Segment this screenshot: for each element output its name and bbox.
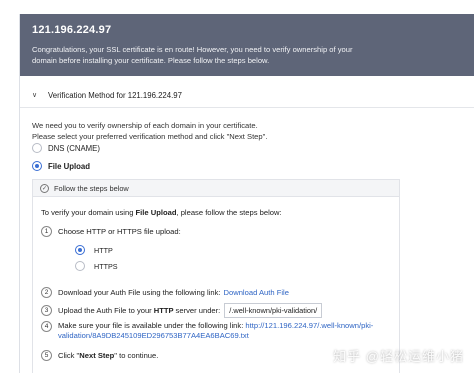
radio-file-upload[interactable] — [32, 161, 42, 171]
step-number: 3 — [41, 305, 52, 316]
section-title: Verification Method for 121.196.224.97 — [48, 90, 182, 100]
step-2: 2 Download your Auth File using the foll… — [41, 287, 289, 298]
page: 121.196.224.97 Congratulations, your SSL… — [0, 0, 474, 373]
step-2-text: Download your Auth File using the follow… — [58, 288, 221, 297]
step-3-suffix: server under: — [175, 306, 221, 315]
steps-panel-title: Follow the steps below — [54, 183, 129, 193]
step-4-text: Make sure your file is available under t… — [58, 321, 246, 330]
verification-method-toggle[interactable]: ∨ Verification Method for 121.196.224.97 — [20, 88, 474, 102]
step-1: 1 Choose HTTP or HTTPS file upload: — [41, 226, 181, 237]
step-number: 5 — [41, 350, 52, 361]
step-4: 4 Make sure your file is available under… — [41, 321, 373, 341]
steps-intro-bold: File Upload — [135, 208, 177, 217]
step-number: 1 — [41, 226, 52, 237]
download-auth-file-link[interactable]: Download Auth File — [224, 288, 289, 297]
method-file-upload-option[interactable]: File Upload — [32, 161, 90, 171]
steps-panel: ✓ Follow the steps below To verify your … — [32, 179, 400, 373]
method-dns-label: DNS (CNAME) — [48, 143, 100, 153]
check-circle-icon: ✓ — [40, 183, 49, 193]
verification-card: 121.196.224.97 Congratulations, your SSL… — [19, 14, 474, 373]
method-file-upload-label: File Upload — [48, 161, 91, 171]
protocol-http-label: HTTP — [94, 245, 113, 255]
steps-panel-header: ✓ Follow the steps below — [33, 180, 399, 197]
protocol-https-label: HTTPS — [94, 261, 118, 271]
steps-intro-suffix: , please follow the steps below: — [176, 208, 282, 217]
header-message: Congratulations, your SSL certificate is… — [32, 45, 353, 65]
protocol-http-option[interactable]: HTTP — [75, 245, 113, 255]
protocol-https-option[interactable]: HTTPS — [75, 261, 118, 271]
divider — [20, 107, 474, 108]
step-1-text: Choose HTTP or HTTPS file upload: — [58, 227, 181, 236]
verification-url-link-cont[interactable]: validation/8A9DB245109ED296753B77A4EA6BA… — [58, 331, 249, 340]
intro-text: We need you to verify ownership of each … — [32, 120, 267, 142]
steps-intro-prefix: To verify your domain using — [41, 208, 136, 217]
intro-line-1: We need you to verify ownership of each … — [32, 121, 258, 130]
step-5-suffix: " to continue. — [114, 351, 159, 360]
step-4-text-block: Make sure your file is available under t… — [58, 321, 373, 341]
upload-path-field[interactable]: /.well-known/pki-validation/ — [224, 303, 323, 318]
step-3-bold: HTTP — [153, 306, 174, 315]
radio-dns[interactable] — [32, 143, 42, 153]
step-number: 4 — [41, 321, 52, 332]
step-3: 3 Upload the Auth File to your HTTP serv… — [41, 303, 323, 318]
method-dns-option[interactable]: DNS (CNAME) — [32, 143, 100, 153]
radio-https[interactable] — [75, 261, 85, 271]
watermark: 知乎 @轻松运维小猪 — [333, 349, 464, 364]
steps-intro: To verify your domain using File Upload,… — [41, 208, 282, 217]
step-5-bold: Next Step — [79, 351, 115, 360]
step-number: 2 — [41, 287, 52, 298]
step-5: 5 Click " Next Step " to continue. — [41, 350, 158, 361]
radio-http[interactable] — [75, 245, 85, 255]
step-5-prefix: Click " — [58, 351, 80, 360]
intro-line-2: Please select your preferred verificatio… — [32, 132, 268, 141]
step-3-prefix: Upload the Auth File to your — [58, 306, 152, 315]
chevron-down-icon: ∨ — [32, 92, 38, 99]
header-banner: 121.196.224.97 Congratulations, your SSL… — [20, 14, 474, 76]
header-ip: 121.196.224.97 — [32, 24, 112, 36]
verification-url-link[interactable]: http://121.196.224.97/.well-known/pki- — [245, 321, 373, 330]
